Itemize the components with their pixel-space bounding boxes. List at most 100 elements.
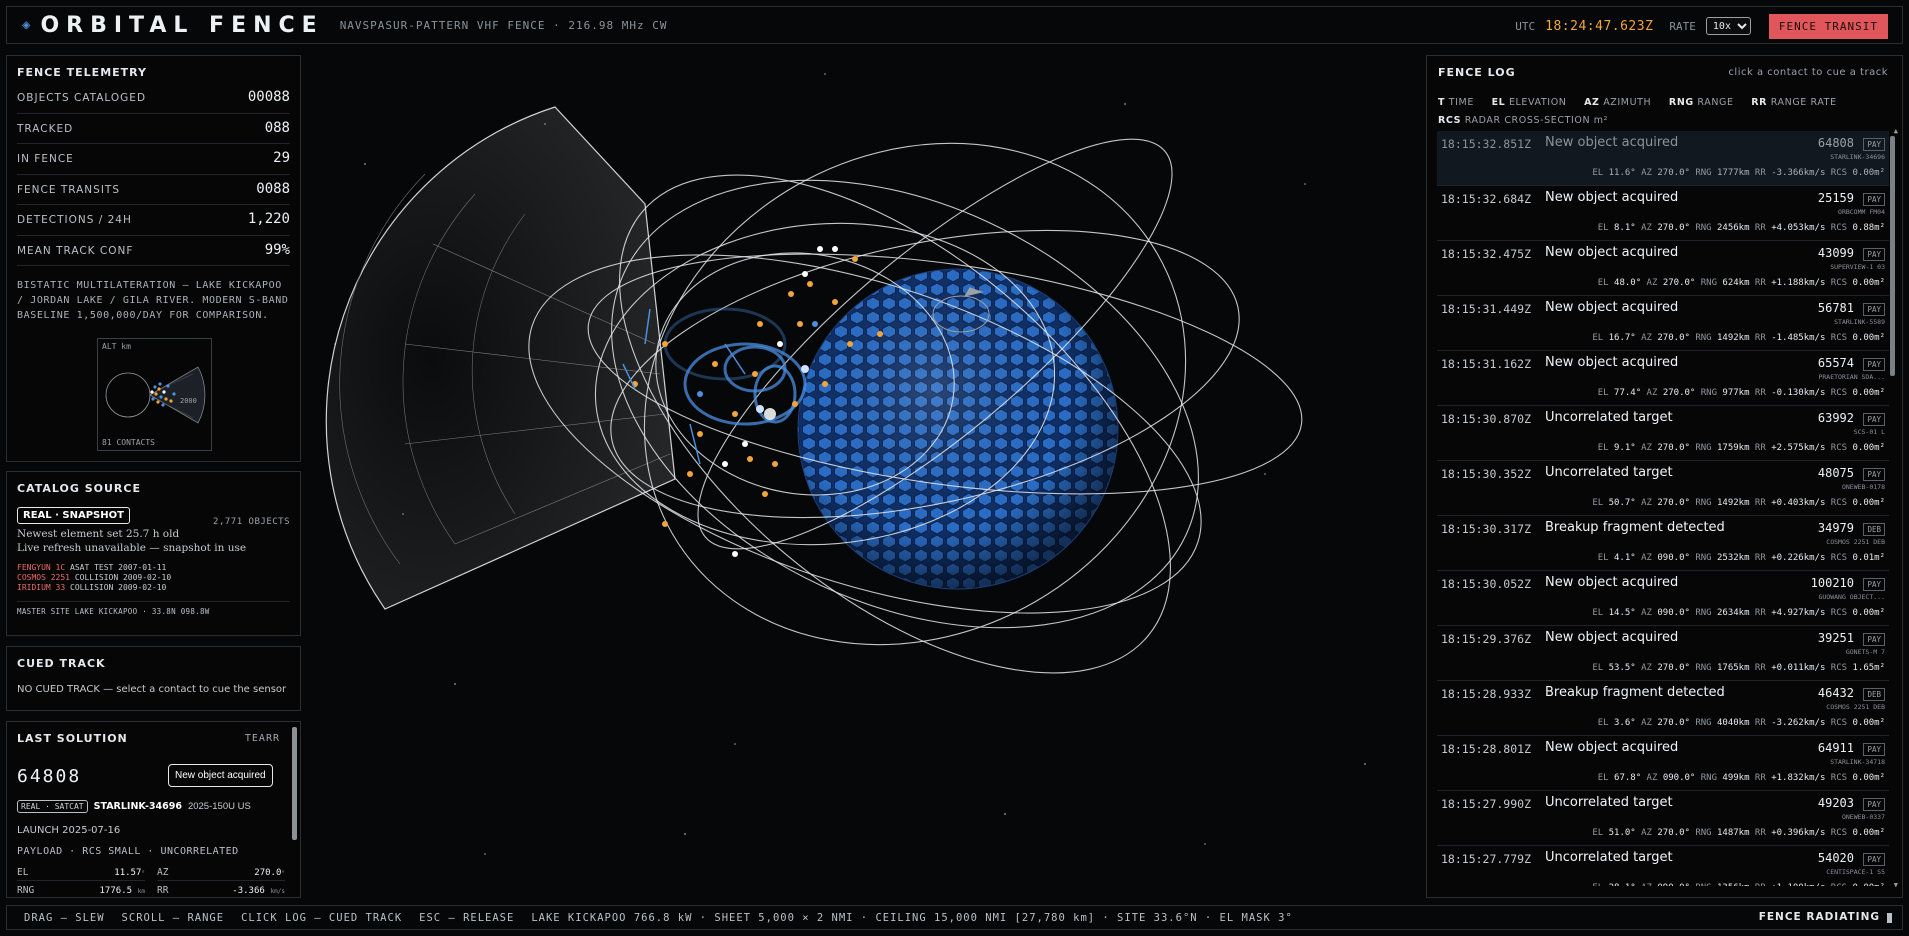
legend-desc: RANGE RATE — [1770, 97, 1837, 108]
fence-beam-fan — [325, 106, 676, 610]
legend-item: RR RANGE RATE — [1751, 97, 1836, 108]
rcs-value: 0.00m² — [1852, 333, 1885, 343]
legend-desc: ELEVATION — [1508, 97, 1567, 108]
rr-value: -3.262km/s — [1771, 718, 1826, 728]
rng-value: 1356km — [1717, 883, 1750, 886]
el-value: 11.6° — [1608, 168, 1636, 178]
object-type-tag: DEB — [1863, 523, 1885, 536]
log-object-id: 49203 — [1817, 796, 1854, 810]
log-entry[interactable]: 18:15:32.851Z New object acquired 64808 PAY… — [1437, 131, 1889, 186]
debris-events-list: FENGYUN 1C ASAT TEST 2007-01-11 COSMOS 2… — [17, 563, 290, 593]
object-type-tag: PAY — [1863, 358, 1885, 371]
mini-plot-tick: 2000 — [180, 397, 197, 405]
fence-log-scrollbar[interactable] — [1890, 136, 1895, 376]
log-parameters: EL 48.0° AZ 270.0° RNG 624km RR +1.188km… — [1597, 278, 1885, 288]
az-value: 270.0° — [1657, 718, 1690, 728]
log-time: 18:15:32.475Z — [1441, 247, 1532, 261]
rr-value: +2.575km/s — [1771, 443, 1826, 453]
panel-scrollbar[interactable] — [292, 727, 297, 840]
az-value: 270.0° — [1662, 388, 1696, 398]
az-value: 270.0° — [1657, 828, 1690, 838]
log-entry[interactable]: 18:15:30.352Z Uncorrelated target 48075 PAY… — [1437, 461, 1889, 516]
readout-label: RNG — [17, 885, 35, 896]
log-entry[interactable]: 18:15:28.933Z Breakup fragment detected 46… — [1437, 681, 1889, 736]
legend-key: RCS — [1438, 115, 1462, 126]
log-event: New object acquired — [1545, 190, 1679, 205]
log-entry[interactable]: 18:15:28.801Z New object acquired 64911 PAY… — [1437, 736, 1889, 791]
readout-label: EL — [17, 867, 29, 878]
az-value: 270.0° — [1657, 223, 1690, 233]
log-entry[interactable]: 18:15:27.779Z Uncorrelated target 54020 PAY… — [1437, 846, 1889, 886]
el-value: 28.1° — [1609, 883, 1636, 886]
event-type-button[interactable]: New object acquired — [168, 764, 273, 787]
satcat-badge: REAL · SATCAT — [17, 800, 88, 813]
orbital-scene-viewport[interactable] — [305, 44, 1423, 901]
panel-title: FENCE TELEMETRY — [17, 66, 147, 79]
legend-key: T — [1438, 97, 1446, 108]
object-type-tag: PAY — [1863, 248, 1885, 261]
log-event: Breakup fragment detected — [1545, 685, 1725, 700]
az-value: 270.0° — [1662, 278, 1696, 288]
object-type-tag: PAY — [1863, 413, 1885, 426]
log-entry[interactable]: 18:15:32.684Z New object acquired 25159 PAY… — [1437, 186, 1889, 241]
object-type-tag: PAY — [1863, 303, 1885, 316]
log-time: 18:15:27.779Z — [1441, 852, 1532, 866]
scroll-up-icon[interactable]: ▲ — [1894, 127, 1898, 135]
globe — [797, 268, 1119, 590]
log-entry[interactable]: 18:15:32.475Z New object acquired 43099 PAY… — [1437, 241, 1889, 296]
rr-value: +4.053km/s — [1771, 223, 1826, 233]
log-entry[interactable]: 18:15:29.376Z New object acquired 39251 PAY… — [1437, 626, 1889, 681]
legend-item: AZ AZIMUTH — [1584, 97, 1651, 108]
legend-key: RR — [1751, 97, 1768, 108]
log-entry[interactable]: 18:15:30.870Z Uncorrelated target 63992 PAY… — [1437, 406, 1889, 461]
el-value: 53.5° — [1608, 663, 1636, 673]
az-value: 270.0° — [1657, 663, 1690, 673]
object-count: 2,771 OBJECTS — [213, 517, 290, 527]
log-entry[interactable]: 18:15:27.990Z Uncorrelated target 49203 PAY… — [1437, 791, 1889, 846]
log-parameters: EL 11.6° AZ 270.0° RNG 1777km RR -3.366k… — [1592, 168, 1885, 178]
el-value: 3.6° — [1614, 718, 1636, 728]
el-value: 9.1° — [1614, 443, 1636, 453]
log-object-name: CENTISPACE-1 S5 — [1826, 868, 1885, 876]
az-value: 090.0° — [1657, 883, 1690, 886]
debris-event: COSMOS 2251 COLLISION 2009-02-10 — [17, 573, 290, 583]
log-parameters: EL 28.1° AZ 090.0° RNG 1356km RR +1.100k… — [1592, 883, 1885, 886]
log-event: Uncorrelated target — [1545, 410, 1673, 425]
object-identity: REAL · SATCAT STARLINK-34696 2025-150U U… — [17, 800, 251, 813]
bottom-bar: DRAG — SLEW SCROLL — RANGE CLICK LOG — C… — [6, 905, 1903, 930]
legend-key: RNG — [1668, 97, 1694, 108]
log-entry[interactable]: 18:15:31.162Z New object acquired 65574 PAY… — [1437, 351, 1889, 406]
log-object-id: 34979 — [1817, 521, 1854, 535]
scroll-down-icon[interactable]: ▼ — [1894, 881, 1898, 889]
log-time: 18:15:32.851Z — [1441, 137, 1532, 151]
log-entry[interactable]: 18:15:30.052Z New object acquired 100210 PA… — [1437, 571, 1889, 626]
fence-telemetry-panel: FENCE TELEMETRY OBJECTS CATALOGED 00088 T… — [6, 55, 301, 462]
rr-value: +1.188km/s — [1771, 278, 1826, 288]
log-entry[interactable]: 18:15:31.449Z New object acquired 56781 PAY… — [1437, 296, 1889, 351]
fence-transit-button[interactable]: FENCE TRANSIT — [1768, 13, 1888, 39]
legend-item: RCS RADAR CROSS-SECTION m² — [1438, 115, 1608, 126]
log-time: 18:15:28.933Z — [1441, 687, 1532, 701]
legend-key: AZ — [1584, 97, 1600, 108]
readout-unit: km — [137, 888, 145, 895]
log-time: 18:15:28.801Z — [1441, 742, 1532, 756]
log-object-name: ONEWEB-0337 — [1841, 813, 1885, 821]
log-object-name: SCS-01 L — [1853, 428, 1885, 436]
object-type-tag: PAY — [1863, 193, 1885, 206]
rng-value: 624km — [1722, 278, 1750, 288]
legend-item: RNG RANGE — [1669, 97, 1734, 108]
log-entry[interactable]: 18:15:30.317Z Breakup fragment detected 34… — [1437, 516, 1889, 571]
status-indicator-icon — [1887, 913, 1892, 923]
log-object-id: 39251 — [1817, 631, 1854, 645]
legend-key: EL — [1491, 97, 1506, 108]
legend-item: T TIME — [1438, 97, 1474, 108]
az-value: 270.0° — [1657, 333, 1690, 343]
top-bar: ◈ ORBITAL FENCE NAVSPASUR-PATTERN VHF FE… — [6, 6, 1903, 44]
log-object-id: 25159 — [1817, 191, 1854, 205]
log-object-name: GONETS-M 7 — [1845, 648, 1885, 656]
log-parameters: EL 16.7° AZ 270.0° RNG 1492km RR -1.485k… — [1592, 333, 1885, 343]
telemetry-list: OBJECTS CATALOGED 00088 TRACKED 088 IN FEN… — [17, 83, 290, 266]
rate-select[interactable]: 10x — [1705, 17, 1751, 35]
log-object-name: COSMOS 2251 DEB — [1826, 703, 1885, 711]
telemetry-row: DETECTIONS / 24H 1,220 — [17, 205, 290, 236]
